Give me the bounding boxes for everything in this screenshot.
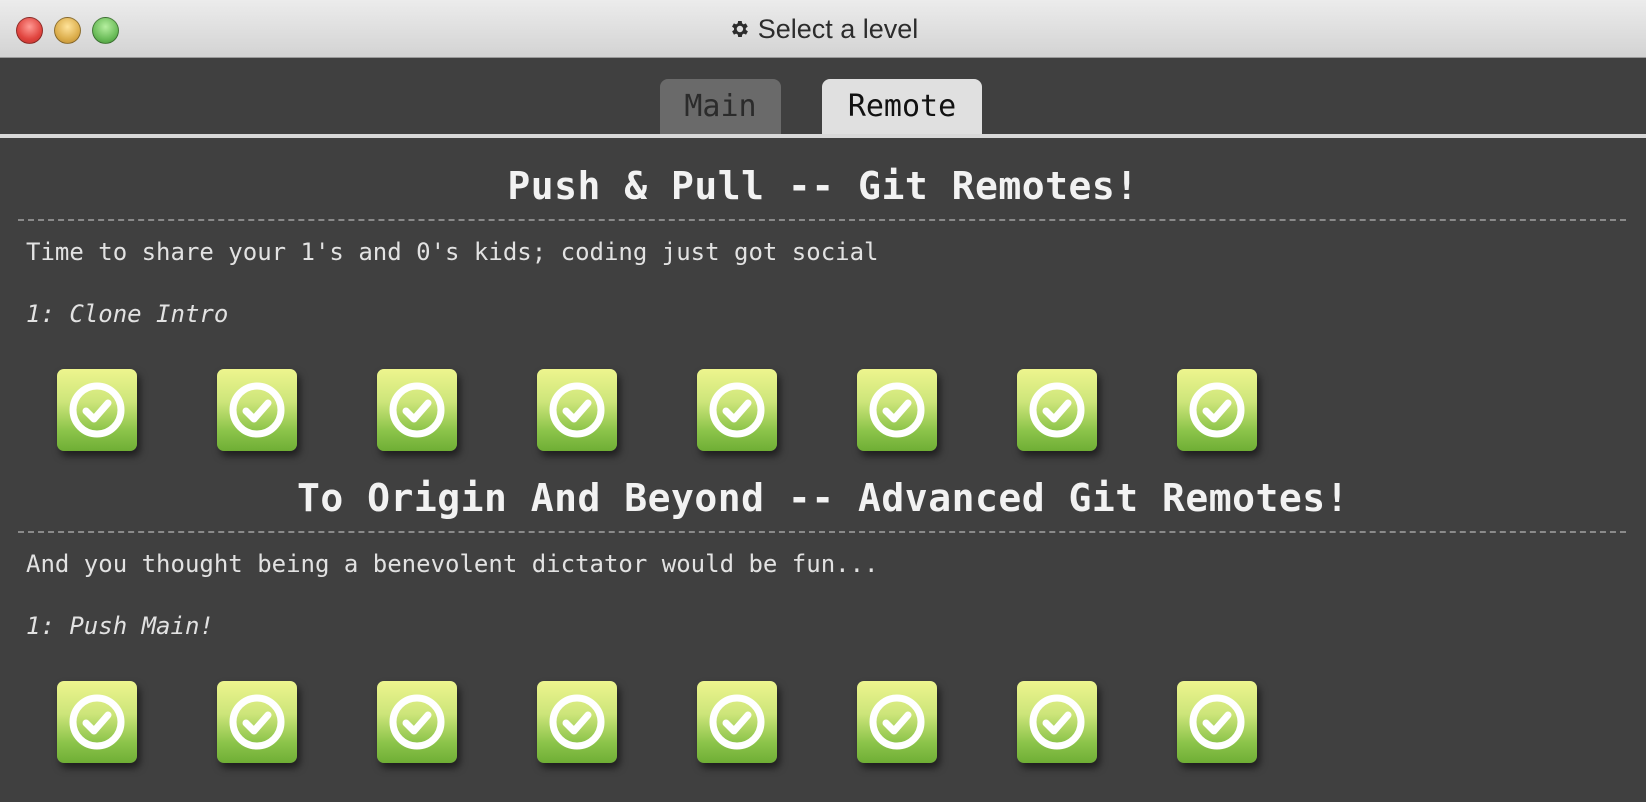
checkmark-icon <box>549 382 605 438</box>
checkmark-icon <box>229 694 285 750</box>
section-title: Push & Pull -- Git Remotes! <box>507 164 1139 208</box>
level-button[interactable] <box>57 681 137 763</box>
section-title: To Origin And Beyond -- Advanced Git Rem… <box>296 476 1349 520</box>
current-level-name: 1: Push Main! <box>26 612 214 640</box>
section-divider <box>18 531 1626 533</box>
level-button[interactable] <box>377 369 457 451</box>
checkmark-icon <box>389 694 445 750</box>
level-button[interactable] <box>697 681 777 763</box>
gear-icon <box>728 2 750 37</box>
checkmark-icon <box>1029 382 1085 438</box>
checkmark-icon <box>549 694 605 750</box>
level-select-window: Select a level Main Remote Push & Pull -… <box>0 0 1646 802</box>
level-row <box>0 681 1646 763</box>
checkmark-icon <box>229 382 285 438</box>
window-title-text: Select a level <box>757 14 919 44</box>
checkmark-icon <box>1189 694 1245 750</box>
checkmark-icon <box>1189 382 1245 438</box>
level-button[interactable] <box>857 369 937 451</box>
checkmark-icon <box>389 382 445 438</box>
level-button[interactable] <box>57 369 137 451</box>
level-button[interactable] <box>697 369 777 451</box>
level-button[interactable] <box>537 681 617 763</box>
checkmark-icon <box>69 382 125 438</box>
level-button[interactable] <box>217 369 297 451</box>
tab-divider <box>0 134 1646 138</box>
current-level-name: 1: Clone Intro <box>26 300 229 328</box>
level-button[interactable] <box>1177 369 1257 451</box>
checkmark-icon <box>1029 694 1085 750</box>
section-description: And you thought being a benevolent dicta… <box>26 550 879 578</box>
window-title: Select a level <box>0 0 1646 58</box>
checkmark-icon <box>709 694 765 750</box>
section-divider <box>18 219 1626 221</box>
title-bar: Select a level <box>0 0 1646 58</box>
tab-bar: Main Remote <box>0 58 1646 138</box>
level-button[interactable] <box>377 681 457 763</box>
level-button[interactable] <box>1017 681 1097 763</box>
checkmark-icon <box>869 382 925 438</box>
checkmark-icon <box>709 382 765 438</box>
level-button[interactable] <box>1177 681 1257 763</box>
level-row <box>0 369 1646 451</box>
checkmark-icon <box>869 694 925 750</box>
level-button[interactable] <box>857 681 937 763</box>
checkmark-icon <box>69 694 125 750</box>
tab-remote[interactable]: Remote <box>822 79 982 135</box>
section-description: Time to share your 1's and 0's kids; cod… <box>26 238 879 266</box>
level-button[interactable] <box>537 369 617 451</box>
level-button[interactable] <box>1017 369 1097 451</box>
tab-main[interactable]: Main <box>660 79 781 135</box>
level-button[interactable] <box>217 681 297 763</box>
